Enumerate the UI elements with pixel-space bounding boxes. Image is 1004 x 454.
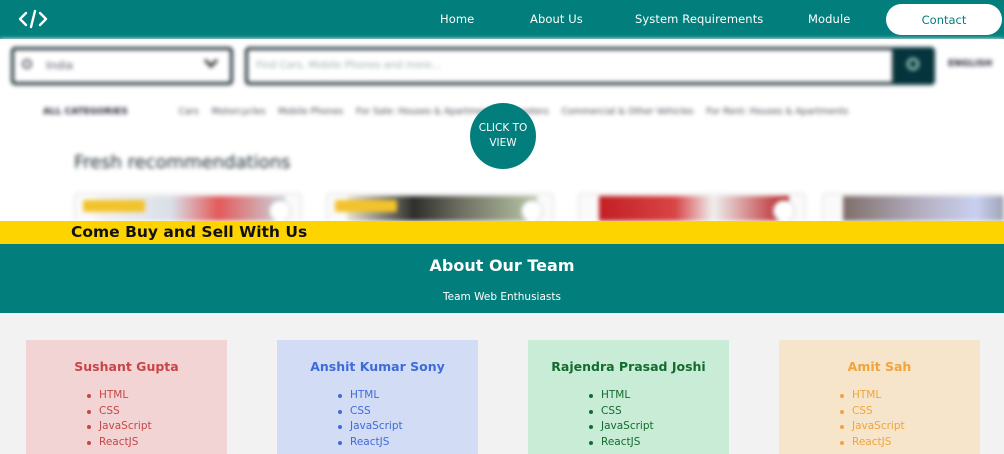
product-image [843, 196, 1004, 221]
skill-item: CSS [589, 404, 654, 420]
product-card [822, 193, 1004, 221]
skill-item: ReactJS [87, 435, 152, 451]
skills-list: HTML CSS JavaScript ReactJS [840, 388, 905, 450]
search-icon [22, 59, 32, 69]
search-placeholder: Find Cars, Mobile Phones and more... [256, 60, 442, 71]
skill-item: HTML [338, 388, 403, 404]
section-title: About Our Team [429, 256, 575, 275]
team-members: Sushant Gupta HTML CSS JavaScript ReactJ… [0, 313, 1004, 454]
contact-button[interactable]: Contact [886, 4, 1002, 35]
nav-module-link[interactable]: Module [808, 12, 850, 26]
about-team-header: About Our Team Team Web Enthusiasts [0, 244, 1004, 313]
product-card [326, 193, 554, 221]
nav-home-link[interactable]: Home [440, 12, 474, 26]
featured-badge [83, 200, 145, 212]
member-name: Amit Sah [847, 359, 912, 374]
recommendations-title: Fresh recommendations [74, 152, 291, 173]
product-image [599, 196, 789, 221]
product-card [74, 193, 302, 221]
member-name: Anshit Kumar Sony [310, 359, 445, 374]
skill-item: JavaScript [589, 419, 654, 435]
skills-list: HTML CSS JavaScript ReactJS [589, 388, 654, 450]
category-item: Commercial & Other Vehicles [561, 107, 694, 117]
category-item: Mobile Phones [278, 107, 344, 117]
cta-line-2: VIEW [489, 137, 517, 149]
category-item: Cars [178, 107, 199, 117]
skill-item: ReactJS [840, 435, 905, 451]
language-selector: ENGLISH [948, 59, 993, 69]
skill-item: ReactJS [589, 435, 654, 451]
skill-item: CSS [87, 404, 152, 420]
heart-icon [521, 200, 543, 221]
skill-item: CSS [338, 404, 403, 420]
skill-item: HTML [840, 388, 905, 404]
featured-badge [335, 200, 397, 212]
nav-about-link[interactable]: About Us [530, 12, 583, 26]
member-card: Rajendra Prasad Joshi HTML CSS JavaScrip… [528, 340, 729, 454]
member-name: Sushant Gupta [74, 359, 179, 374]
member-card: Anshit Kumar Sony HTML CSS JavaScript Re… [277, 340, 478, 454]
member-card: Amit Sah HTML CSS JavaScript ReactJS [779, 340, 980, 454]
category-item: For Rent: Houses & Apartments [706, 107, 849, 117]
search-input: Find Cars, Mobile Phones and more... [245, 47, 895, 85]
category-item: Motorcycles [211, 107, 266, 117]
skill-item: HTML [87, 388, 152, 404]
section-subtitle: Team Web Enthusiasts [443, 291, 561, 303]
skill-item: ReactJS [338, 435, 403, 451]
category-bar: ALL CATEGORIES Cars Motorcycles Mobile P… [43, 107, 858, 117]
heart-icon [269, 200, 291, 221]
search-button [893, 47, 935, 85]
skills-list: HTML CSS JavaScript ReactJS [338, 388, 403, 450]
skill-item: JavaScript [338, 419, 403, 435]
banner-text: Come Buy and Sell With Us [71, 223, 308, 241]
heart-icon [773, 200, 795, 221]
skill-item: HTML [589, 388, 654, 404]
skill-item: CSS [840, 404, 905, 420]
location-select: India [11, 47, 233, 85]
code-logo-icon[interactable] [18, 8, 48, 30]
nav-system-requirements-link[interactable]: System Requirements [635, 12, 763, 26]
skills-list: HTML CSS JavaScript ReactJS [87, 388, 152, 450]
all-categories: ALL CATEGORIES [43, 107, 128, 117]
top-navbar: Home About Us System Requirements Module… [0, 0, 1004, 39]
search-icon [907, 58, 919, 70]
member-card: Sushant Gupta HTML CSS JavaScript ReactJ… [26, 340, 227, 454]
click-to-view-button[interactable]: CLICK TO VIEW [470, 103, 536, 169]
location-value: India [46, 59, 73, 72]
member-name: Rajendra Prasad Joshi [551, 359, 706, 374]
skill-item: JavaScript [840, 419, 905, 435]
cta-line-1: CLICK TO [478, 122, 528, 134]
chevron-down-icon [203, 53, 219, 69]
promo-banner: Come Buy and Sell With Us [0, 221, 1004, 244]
skill-item: JavaScript [87, 419, 152, 435]
product-card [578, 193, 806, 221]
